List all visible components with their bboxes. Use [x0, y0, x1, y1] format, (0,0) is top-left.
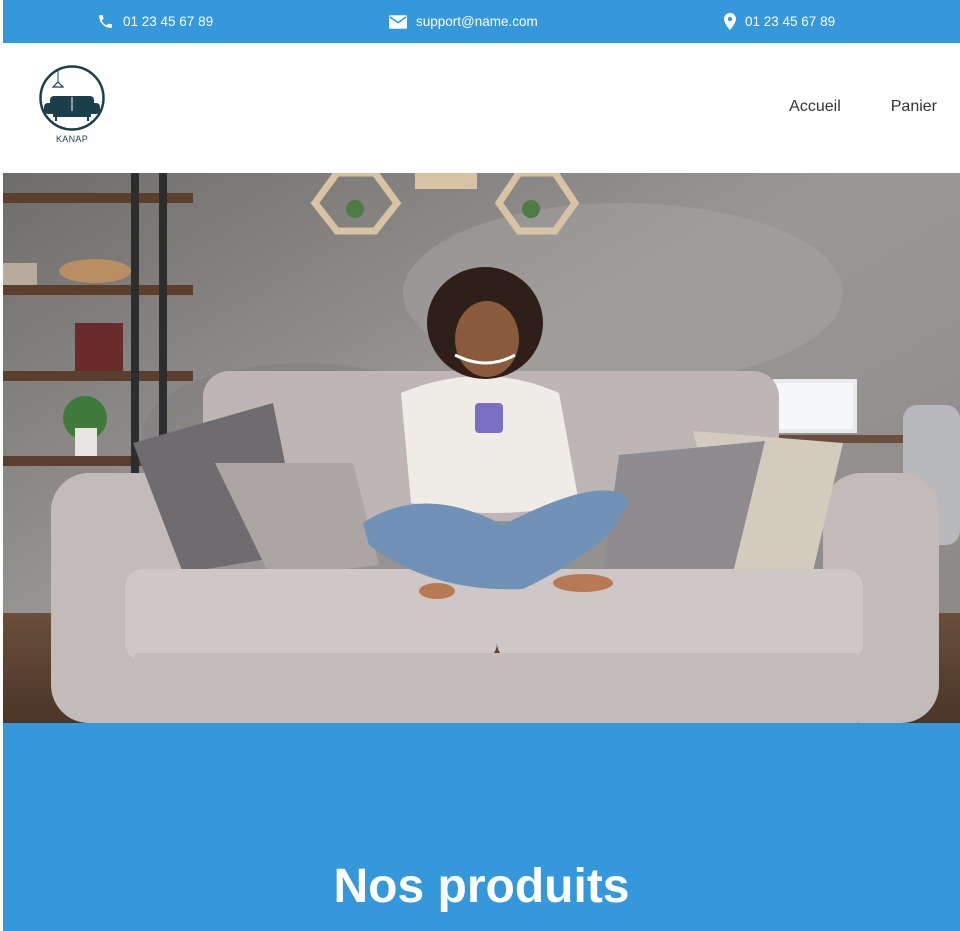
nav-link-panier[interactable]: Panier — [891, 98, 937, 116]
address-text: 01 23 45 67 89 — [745, 14, 836, 29]
top-contact-bar: 01 23 45 67 89 support@name.com 01 23 45… — [3, 0, 960, 43]
kanap-logo[interactable]: KANAP — [36, 65, 108, 149]
nav-link-accueil[interactable]: Accueil — [789, 98, 841, 116]
email-address: support@name.com — [416, 14, 538, 29]
contact-phone[interactable]: 01 23 45 67 89 — [97, 12, 213, 31]
hero-banner-image — [3, 173, 960, 723]
phone-icon — [97, 13, 114, 30]
envelope-icon — [389, 14, 407, 29]
phone-number: 01 23 45 67 89 — [123, 14, 214, 29]
page: 01 23 45 67 89 support@name.com 01 23 45… — [0, 0, 960, 931]
contact-email[interactable]: support@name.com — [389, 12, 538, 31]
map-pin-icon — [724, 13, 736, 30]
products-section: Nos produits — [3, 723, 960, 931]
logo-text: KANAP — [55, 134, 88, 144]
main-nav: Accueil Panier — [789, 98, 937, 116]
contact-address[interactable]: 01 23 45 67 89 — [724, 12, 835, 31]
sofa-logo-icon — [39, 65, 105, 131]
hero-illustration — [3, 173, 960, 723]
products-title: Nos produits — [333, 860, 630, 913]
site-header: KANAP Accueil Panier — [3, 43, 960, 173]
